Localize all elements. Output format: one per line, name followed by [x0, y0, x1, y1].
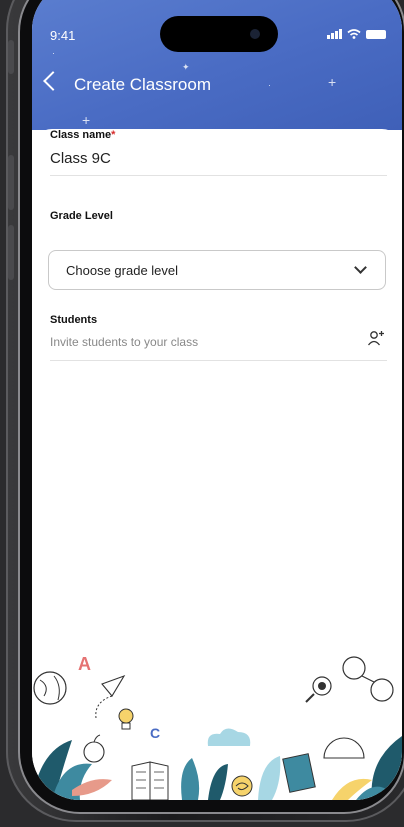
signal-icon [327, 29, 342, 39]
grade-level-select[interactable]: Choose grade level [48, 250, 386, 290]
phone-screen: ✦ · + + · 9:41 Create Classroom Class na… [32, 0, 402, 800]
status-icons [327, 29, 386, 39]
divider [50, 175, 387, 176]
invite-students-input[interactable]: Invite students to your class [50, 335, 198, 349]
header: ✦ · + + · 9:41 Create Classroom [32, 0, 402, 130]
school-doodle-illustration: A C [32, 654, 402, 800]
grade-level-selected: Choose grade level [66, 263, 179, 278]
status-time: 9:41 [50, 28, 76, 43]
wifi-icon [347, 29, 361, 39]
back-chevron-icon[interactable] [43, 71, 63, 91]
divider [50, 360, 387, 361]
side-button-volume-down [8, 225, 14, 280]
sparkle-icon: ✦ [182, 62, 190, 72]
class-name-input[interactable]: Class 9C [50, 150, 111, 167]
sparkle-icon: · [268, 80, 271, 90]
students-label: Students [50, 314, 98, 326]
dynamic-island [160, 16, 278, 52]
letter-a: A [78, 654, 91, 674]
required-mark: * [111, 129, 116, 141]
page-title: Create Classroom [74, 75, 211, 94]
battery-icon [366, 30, 386, 39]
sparkle-icon: · [52, 48, 55, 58]
letter-c: C [150, 725, 160, 741]
sparkle-icon: + [328, 74, 337, 90]
grade-level-label: Grade Level [50, 210, 113, 222]
add-user-icon[interactable] [367, 330, 385, 346]
side-button-mute [8, 40, 14, 74]
class-name-label: Class name* [50, 129, 116, 141]
sparkle-icon: + [82, 112, 91, 128]
side-button-volume-up [8, 155, 14, 210]
chevron-down-icon [354, 261, 367, 274]
